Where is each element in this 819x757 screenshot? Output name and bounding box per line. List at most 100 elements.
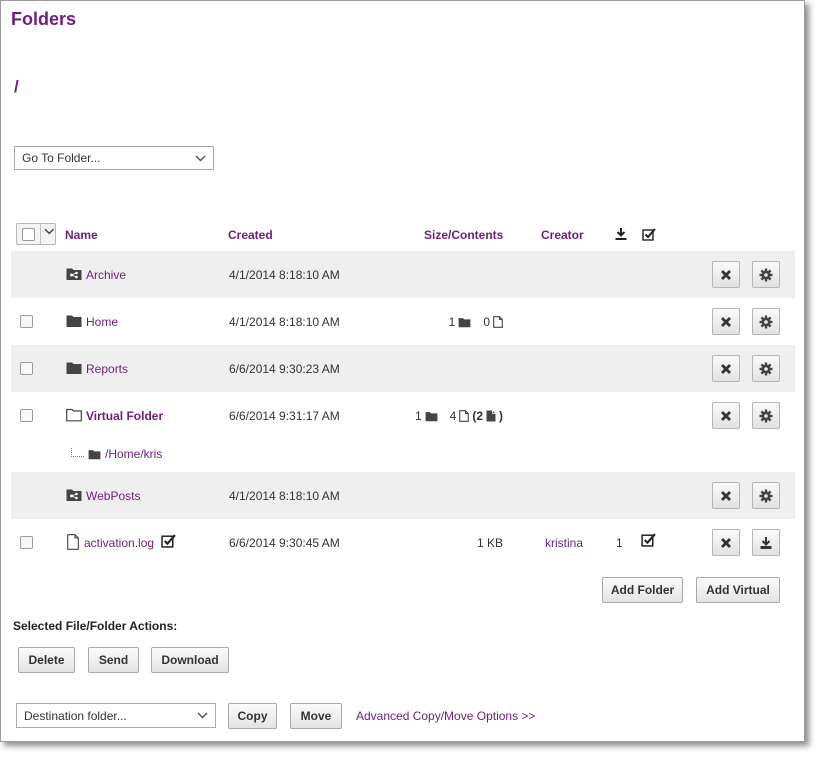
row-name-link[interactable]: Archive — [86, 268, 126, 282]
row-created: 6/6/2014 9:31:17 AM — [229, 409, 340, 423]
destination-folder-value: Destination folder... — [24, 708, 127, 723]
virtual-file-count-close: ) — [499, 409, 503, 423]
chevron-down-icon[interactable] — [44, 228, 55, 235]
close-icon — [721, 269, 731, 280]
checkbox-checked-icon — [641, 533, 656, 547]
table-row[interactable]: WebPosts 4/1/2014 8:18:10 AM — [11, 472, 795, 519]
row-checkbox[interactable] — [20, 362, 33, 375]
page-title: Folders — [11, 9, 77, 29]
virtual-file-count: (2 — [472, 409, 483, 423]
current-path: / — [14, 77, 19, 96]
row-name-link[interactable]: Virtual Folder — [86, 409, 163, 423]
column-header-creator[interactable]: Creator — [541, 228, 584, 242]
folder-count: 1 — [414, 409, 422, 423]
row-name-link[interactable]: Reports — [86, 362, 128, 376]
chevron-down-icon — [197, 712, 208, 719]
row-creator-link[interactable]: kristina — [545, 536, 583, 550]
file-icon — [493, 316, 503, 328]
gear-icon — [759, 362, 773, 375]
folder-icon — [425, 411, 438, 421]
select-all-checkbox[interactable] — [22, 228, 35, 241]
download-selected-button[interactable]: Download — [151, 647, 229, 673]
download-button[interactable] — [752, 529, 780, 556]
delete-button[interactable] — [712, 308, 740, 335]
send-button[interactable]: Send — [88, 647, 139, 673]
virtual-target-link[interactable]: /Home/kris — [105, 447, 162, 461]
download-icon — [760, 536, 772, 549]
settings-button[interactable] — [752, 402, 780, 429]
destination-folder-select[interactable]: Destination folder... — [16, 703, 216, 728]
advanced-copy-move-link[interactable]: Advanced Copy/Move Options >> — [356, 709, 535, 723]
folder-icon — [88, 449, 101, 459]
settings-button[interactable] — [752, 261, 780, 288]
delete-button[interactable] — [712, 355, 740, 382]
file-count: 0 — [483, 315, 490, 329]
delete-button[interactable] — [712, 529, 740, 556]
close-icon — [721, 316, 731, 327]
checkbox-checked-icon — [161, 534, 176, 548]
column-header-created[interactable]: Created — [228, 228, 273, 242]
folders-panel: Folders / Go To Folder... Name Created S… — [0, 0, 805, 742]
chevron-down-icon — [195, 154, 206, 162]
row-created: 4/1/2014 8:18:10 AM — [229, 268, 340, 282]
settings-button[interactable] — [752, 355, 780, 382]
goto-folder-select[interactable]: Go To Folder... — [14, 146, 214, 170]
table-row[interactable]: Home 4/1/2014 8:18:10 AM 1 0 — [11, 298, 795, 345]
close-icon — [721, 537, 731, 548]
gear-icon — [759, 409, 773, 422]
goto-folder-value: Go To Folder... — [22, 151, 101, 165]
table-row[interactable]: activation.log 6/6/2014 9:30:45 AM 1 KB … — [11, 519, 795, 566]
row-download-count: 1 — [616, 536, 623, 550]
gear-icon — [759, 489, 773, 502]
close-icon — [721, 363, 731, 374]
gear-icon — [759, 268, 773, 281]
checkbox-checked-icon[interactable] — [642, 227, 656, 241]
column-header-size[interactable]: Size/Contents — [424, 228, 503, 242]
shared-folder-icon — [66, 489, 82, 501]
download-icon[interactable] — [614, 227, 628, 241]
divider — [39, 224, 41, 244]
folder-icon — [66, 315, 82, 327]
row-checkbox[interactable] — [20, 536, 33, 549]
file-size: 1 KB — [476, 536, 503, 550]
file-filled-icon — [486, 410, 496, 422]
row-size: 1 KB — [391, 536, 503, 550]
settings-button[interactable] — [752, 482, 780, 509]
settings-button[interactable] — [752, 308, 780, 335]
folder-icon — [66, 362, 82, 374]
selected-actions-label: Selected File/Folder Actions: — [13, 619, 178, 633]
move-button[interactable]: Move — [290, 703, 342, 729]
close-icon — [721, 490, 731, 501]
file-count: 4 — [449, 409, 457, 423]
column-header-name[interactable]: Name — [65, 228, 98, 242]
row-size: 1 4 (2 ) — [391, 409, 503, 423]
table-row[interactable]: Reports 6/6/2014 9:30:23 AM — [11, 345, 795, 392]
row-size: 1 0 — [391, 315, 503, 329]
delete-selected-button[interactable]: Delete — [18, 647, 75, 673]
delete-button[interactable] — [712, 261, 740, 288]
row-created: 4/1/2014 8:18:10 AM — [229, 315, 340, 329]
virtual-folder-target: /Home/kris — [71, 446, 162, 462]
delete-button[interactable] — [712, 402, 740, 429]
row-name-link[interactable]: Home — [86, 315, 118, 329]
row-checkbox[interactable] — [20, 315, 33, 328]
delete-button[interactable] — [712, 482, 740, 509]
select-all-dropdown[interactable] — [16, 223, 56, 245]
add-folder-button[interactable]: Add Folder — [602, 577, 683, 603]
copy-button[interactable]: Copy — [228, 703, 277, 729]
row-created: 4/1/2014 8:18:10 AM — [229, 489, 340, 503]
row-name-link[interactable]: WebPosts — [86, 489, 140, 503]
file-icon — [67, 534, 79, 550]
row-checkbox[interactable] — [20, 409, 33, 422]
table-row[interactable]: Virtual Folder 6/6/2014 9:31:17 AM 1 4 (… — [11, 392, 795, 439]
gear-icon — [759, 315, 773, 328]
folder-icon — [458, 317, 471, 327]
folder-count: 1 — [448, 315, 456, 329]
table-row[interactable]: Archive 4/1/2014 8:18:10 AM — [11, 251, 795, 298]
folder-outline-icon — [66, 408, 82, 422]
close-icon — [721, 410, 731, 421]
add-virtual-button[interactable]: Add Virtual — [696, 577, 780, 603]
row-created: 6/6/2014 9:30:45 AM — [229, 536, 340, 550]
row-name-link[interactable]: activation.log — [84, 536, 154, 550]
shared-folder-icon — [66, 268, 82, 280]
